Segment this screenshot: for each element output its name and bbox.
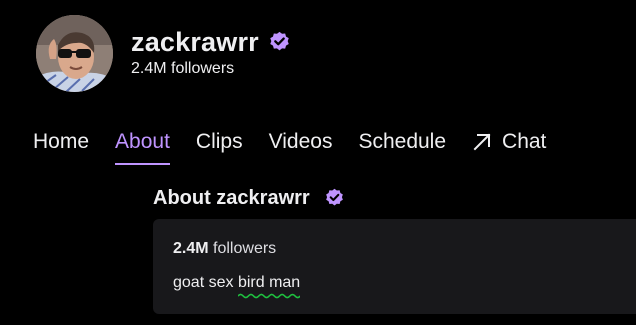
- channel-avatar[interactable]: [36, 15, 113, 92]
- about-followers-label: followers: [213, 240, 277, 257]
- bio-underlined-label: bird man: [237, 274, 301, 291]
- verified-badge-icon: [270, 31, 289, 51]
- avatar-image: [36, 15, 113, 92]
- tab-videos[interactable]: Videos: [269, 128, 333, 156]
- about-bio: goat sex bird man: [173, 273, 301, 299]
- tab-home-label: Home: [33, 130, 90, 153]
- about-followers: 2.4M followers: [173, 239, 276, 259]
- tab-clips[interactable]: Clips: [196, 128, 243, 156]
- tab-schedule-label: Schedule: [358, 130, 447, 153]
- spellcheck-underline: [237, 293, 301, 299]
- tab-about[interactable]: About: [115, 128, 170, 165]
- about-panel: 2.4M followers goat sex bird man: [153, 219, 636, 314]
- tab-chat[interactable]: Chat: [472, 128, 546, 156]
- about-followers-count: 2.4M: [173, 240, 209, 257]
- external-arrow-icon: [473, 133, 491, 151]
- tab-chat-label: Chat: [502, 130, 547, 153]
- channel-nav: Home About Clips Videos Schedule Chat: [33, 128, 572, 168]
- bio-text: goat sex: [173, 274, 238, 291]
- channel-page: zackrawrr 2.4M followers Home About Clip…: [0, 0, 636, 325]
- channel-name[interactable]: zackrawrr: [131, 26, 259, 58]
- tab-videos-label: Videos: [268, 130, 333, 153]
- tab-clips-label: Clips: [195, 130, 243, 153]
- bio-underlined-text: bird man: [237, 273, 301, 299]
- about-title: About zackrawrr: [153, 187, 310, 209]
- about-verified-badge-icon: [326, 188, 343, 206]
- tab-about-label: About: [115, 130, 170, 153]
- channel-followers: 2.4M followers: [131, 60, 235, 77]
- tab-home[interactable]: Home: [33, 128, 89, 156]
- tab-schedule[interactable]: Schedule: [358, 128, 446, 156]
